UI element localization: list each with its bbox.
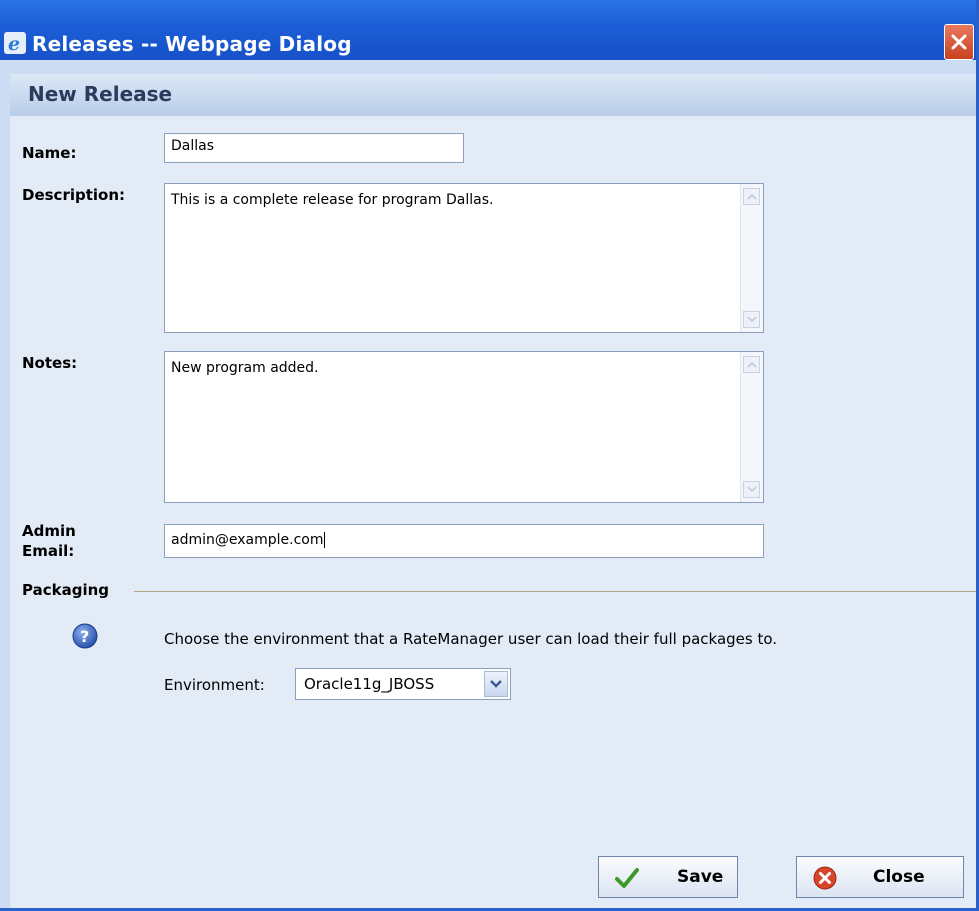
save-label: Save <box>677 867 724 887</box>
svg-text:?: ? <box>80 627 89 646</box>
section-title: New Release <box>28 82 173 106</box>
admin-email-label-line1: Admin <box>22 522 76 540</box>
scroll-down-icon[interactable] <box>743 481 760 498</box>
description-text: This is a complete release for program D… <box>171 192 494 208</box>
environment-value: Oracle11g_JBOSS <box>304 675 435 693</box>
environment-select[interactable]: Oracle11g_JBOSS <box>295 668 511 700</box>
admin-email-label-line2: Email: <box>22 542 75 560</box>
name-label: Name: <box>22 144 77 162</box>
help-icon[interactable]: ? <box>72 623 98 649</box>
close-button[interactable]: Close <box>796 856 964 898</box>
title-bar[interactable]: e Releases -- Webpage Dialog <box>0 0 976 60</box>
text-cursor <box>324 532 326 548</box>
section-header: New Release <box>10 74 976 117</box>
packaging-divider <box>134 591 976 592</box>
description-field[interactable]: This is a complete release for program D… <box>164 183 764 333</box>
packaging-title: Packaging <box>22 581 109 599</box>
close-label: Close <box>873 867 925 887</box>
ie-icon: e <box>4 32 26 54</box>
release-form: Name: Dallas Description: This is a comp… <box>10 116 976 908</box>
name-field[interactable]: Dallas <box>164 133 464 163</box>
svg-text:e: e <box>8 33 20 54</box>
notes-label: Notes: <box>22 354 78 372</box>
notes-field[interactable]: New program added. <box>164 351 764 503</box>
chevron-down-icon[interactable] <box>484 671 508 697</box>
environment-label: Environment: <box>164 676 265 694</box>
description-label: Description: <box>22 186 126 204</box>
admin-email-field[interactable]: admin@example.com <box>164 524 764 558</box>
save-button[interactable]: Save <box>598 856 738 898</box>
description-scrollbar[interactable] <box>740 184 763 332</box>
dialog-window: e Releases -- Webpage Dialog New Release… <box>0 0 979 911</box>
scroll-up-icon[interactable] <box>743 356 760 373</box>
close-icon[interactable] <box>944 24 974 60</box>
notes-scrollbar[interactable] <box>740 352 763 502</box>
checkmark-icon <box>615 868 639 888</box>
admin-email-value: admin@example.com <box>171 532 324 548</box>
close-circle-icon <box>813 866 837 890</box>
window-title: Releases -- Webpage Dialog <box>32 32 352 56</box>
notes-text: New program added. <box>171 360 319 376</box>
scroll-up-icon[interactable] <box>743 188 760 205</box>
scroll-down-icon[interactable] <box>743 311 760 328</box>
packaging-info-text: Choose the environment that a RateManage… <box>164 630 778 648</box>
